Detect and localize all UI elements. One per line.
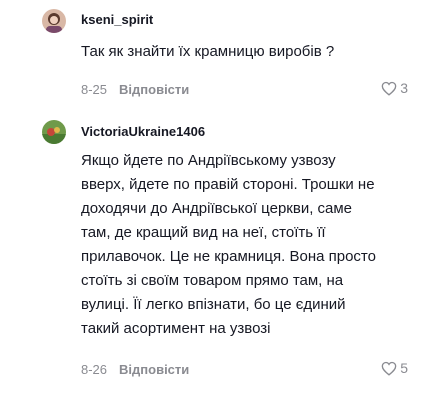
heart-icon: [381, 361, 397, 376]
heart-icon: [381, 81, 397, 96]
comment-meta: 8-26 Відповісти: [81, 362, 189, 377]
reply-button[interactable]: Відповісти: [119, 362, 189, 377]
like-count: 5: [400, 360, 408, 376]
like-button[interactable]: 3: [381, 80, 408, 96]
comment-meta: 8-25 Відповісти: [81, 82, 189, 97]
like-button[interactable]: 5: [381, 360, 408, 376]
avatar-icon: [42, 120, 66, 144]
comment-text: Так як знайти їх крамницю виробів ?: [81, 43, 335, 60]
comment-text: Якщо йдете по Андріївському узвозу вверх…: [81, 152, 376, 337]
comment-username[interactable]: kseni_spirit: [81, 12, 153, 27]
avatar[interactable]: [42, 9, 66, 33]
comment-date: 8-25: [81, 82, 108, 97]
like-count: 3: [400, 80, 408, 96]
avatar-icon: [42, 9, 66, 33]
reply-button[interactable]: Відповісти: [119, 82, 189, 97]
avatar[interactable]: [42, 120, 66, 144]
comment-username[interactable]: VictoriaUkraine1406: [81, 124, 205, 139]
comment-date: 8-26: [81, 362, 108, 377]
